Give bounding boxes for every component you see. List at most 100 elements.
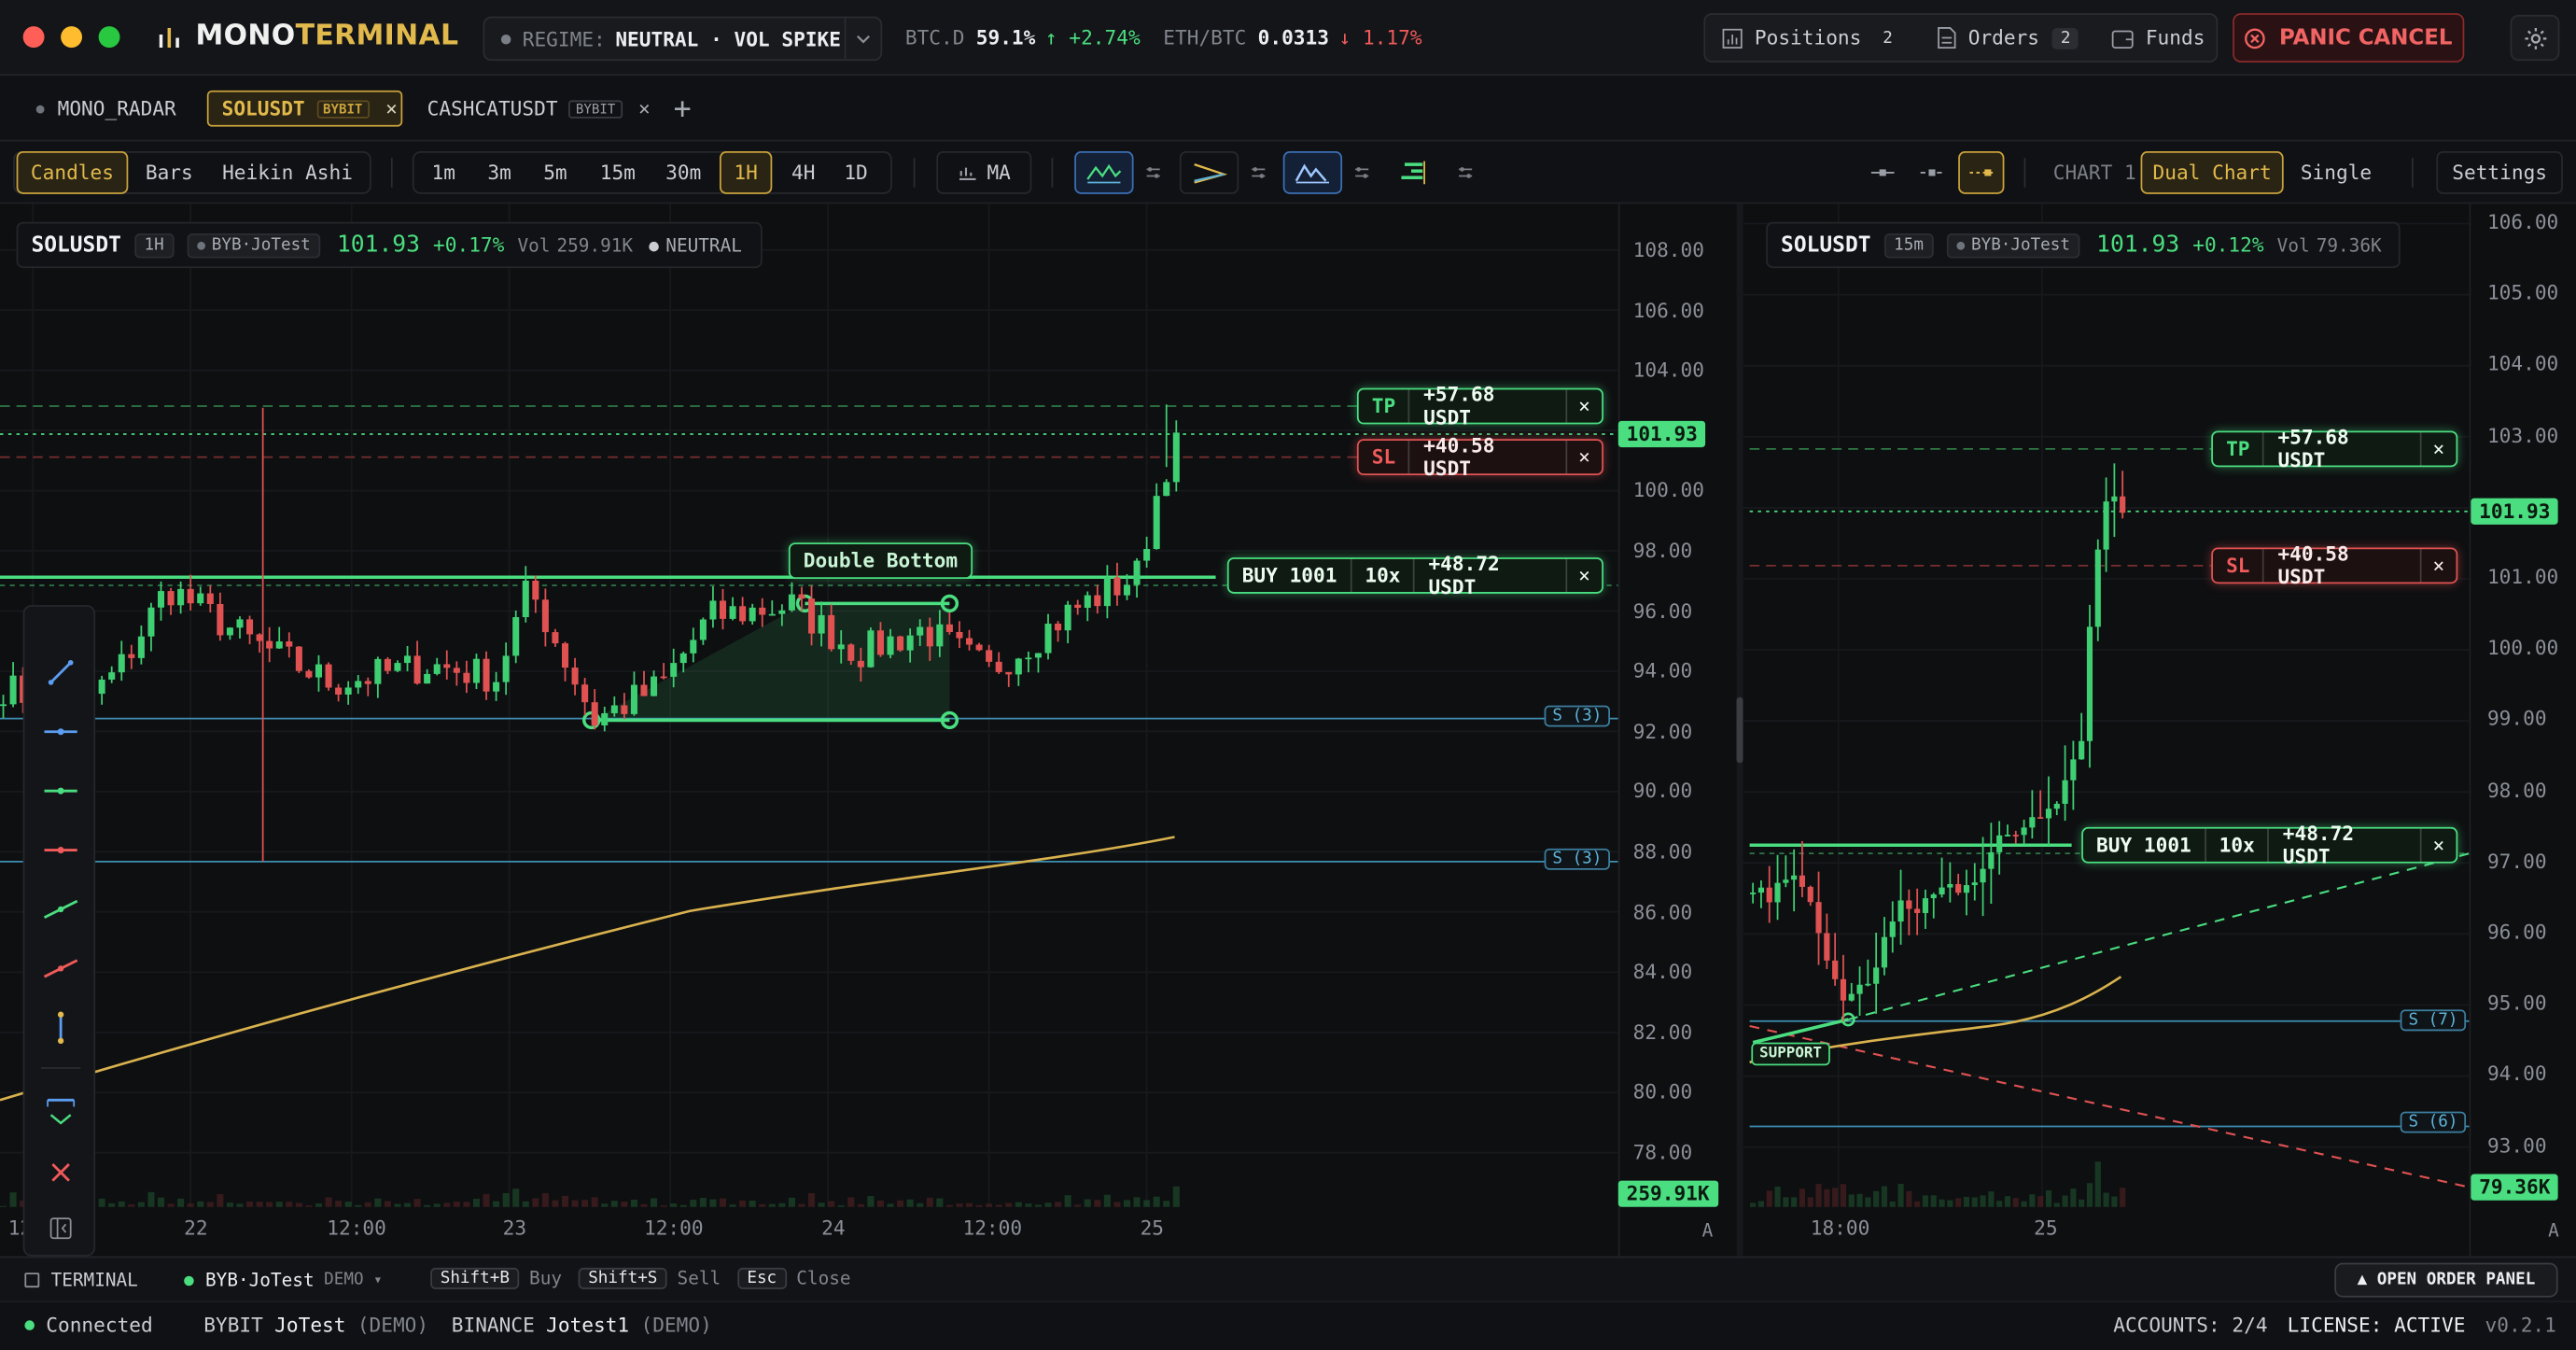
candle-body xyxy=(315,664,322,678)
right-chart-info-bar: SOLUSDT 15m BYB·JoTest 101.93 +0.12% Vol… xyxy=(1766,221,2401,269)
ray-down-tool[interactable] xyxy=(24,939,96,998)
volume-bar xyxy=(1922,1195,1929,1207)
right-chart-canvas[interactable] xyxy=(1743,204,2470,1215)
support-tag[interactable]: S (6) xyxy=(2400,1111,2467,1133)
volume-bar xyxy=(1897,1183,1904,1207)
panic-cancel-button[interactable]: PANIC CANCEL xyxy=(2233,13,2465,63)
close-sl-icon[interactable]: × xyxy=(1565,441,1602,474)
left-buy-order[interactable]: BUY 1001 10x +48.72 USDT × xyxy=(1226,553,1603,598)
line-style-dotted-toggle[interactable] xyxy=(1958,151,2005,194)
volume-bar xyxy=(286,1202,293,1207)
timeframe-1d[interactable]: 1D xyxy=(834,151,877,194)
collapse-tools-button[interactable] xyxy=(24,1199,96,1257)
right-last-price-label: 101.93 xyxy=(2471,498,2559,525)
settings-button[interactable] xyxy=(2510,14,2560,62)
close-buy-icon[interactable]: × xyxy=(1565,558,1602,593)
panel-splitter[interactable] xyxy=(1736,204,1743,1257)
support-tag[interactable]: S (3) xyxy=(1544,705,1611,727)
chevron-down-icon[interactable] xyxy=(844,18,881,60)
volume-bar xyxy=(1955,1198,1962,1207)
right-chart-panel[interactable]: 106.00105.00104.00103.00102.00101.00100.… xyxy=(1743,204,2576,1257)
right-auto-scale-button[interactable]: A xyxy=(2548,1220,2559,1242)
range-tool[interactable] xyxy=(24,1084,96,1143)
overlay-waves-toggle[interactable] xyxy=(1282,151,1343,194)
left-auto-scale-button[interactable]: A xyxy=(1702,1220,1714,1242)
close-tab-icon[interactable]: × xyxy=(638,97,651,120)
orders-button[interactable]: Orders 2 xyxy=(1937,26,2079,49)
overlay-pattern-toggle[interactable] xyxy=(1074,151,1134,194)
resistance-line-tool[interactable] xyxy=(24,821,96,879)
account-selector[interactable]: BYB·JoTest DEMO ▾ xyxy=(184,1270,383,1291)
right-buy-order[interactable]: BUY 1001 10x +48.72 USDT × xyxy=(2081,823,2458,868)
timeframe-30m[interactable]: 30m xyxy=(655,151,711,194)
volume-bar xyxy=(591,1197,598,1207)
support-tag[interactable]: S (7) xyxy=(2400,1009,2467,1032)
tab-mono-radar[interactable]: MONO_RADAR xyxy=(23,91,189,127)
timeframe-4h[interactable]: 4H xyxy=(782,151,825,194)
positions-button[interactable]: Positions 2 xyxy=(1722,26,1901,49)
add-tab-button[interactable]: + xyxy=(661,91,705,127)
left-price-axis[interactable]: 108.00106.00104.00102.00100.0098.0096.00… xyxy=(1617,204,1737,1257)
volume-bar xyxy=(1103,1194,1111,1207)
close-tab-icon[interactable]: × xyxy=(385,97,398,120)
line-style-solid-toggle[interactable] xyxy=(1863,151,1902,194)
volume-bar xyxy=(1815,1184,1822,1207)
maximize-window-button[interactable] xyxy=(98,26,120,49)
close-tp-icon[interactable]: × xyxy=(1565,389,1602,423)
candle-body xyxy=(2103,501,2109,550)
chart-type-candles[interactable]: Candles xyxy=(16,151,129,194)
support-label[interactable]: SUPPORT xyxy=(1751,1042,1830,1066)
trend-line-tool[interactable] xyxy=(24,643,96,702)
timeframe-1m[interactable]: 1m xyxy=(422,151,465,194)
dual-chart-button[interactable]: Dual Chart xyxy=(2140,151,2284,194)
left-chart-panel[interactable]: 108.00106.00104.00102.00100.0098.0096.00… xyxy=(0,204,1737,1257)
timeframe-5m[interactable]: 5m xyxy=(534,151,577,194)
terminal-toggle[interactable]: TERMINAL xyxy=(24,1270,138,1291)
overlay-trendline-toggle[interactable] xyxy=(1179,151,1239,194)
pattern-settings-icon[interactable] xyxy=(1139,151,1169,194)
delete-drawings-tool[interactable] xyxy=(24,1143,96,1202)
candle-body xyxy=(1163,482,1170,497)
volume-bar xyxy=(1840,1184,1847,1207)
left-chart-canvas[interactable] xyxy=(0,204,1618,1215)
timeframe-1h[interactable]: 1H xyxy=(719,151,773,194)
regime-indicator[interactable]: REGIME: NEUTRAL · VOL SPIKE xyxy=(483,16,883,62)
volume-profile-settings-icon[interactable] xyxy=(1450,151,1480,194)
trendline-settings-icon[interactable] xyxy=(1243,151,1273,194)
right-stop-loss-order[interactable]: SL +40.58 USDT × xyxy=(2211,542,2458,589)
chart-type-heikin-ashi[interactable]: Heikin Ashi xyxy=(214,151,361,194)
double-bottom-label[interactable]: Double Bottom xyxy=(788,542,973,579)
chart-settings-button[interactable]: Settings xyxy=(2436,151,2563,194)
line-style-dashed-toggle[interactable] xyxy=(1912,151,1952,194)
chart-type-bars[interactable]: Bars xyxy=(134,151,203,194)
right-price-axis[interactable]: 106.00105.00104.00103.00102.00101.00100.… xyxy=(2469,204,2576,1257)
ray-up-tool[interactable] xyxy=(24,879,96,938)
close-tp-icon[interactable]: × xyxy=(2419,432,2456,466)
horizontal-line-tool[interactable] xyxy=(24,702,96,761)
timeframe-15m[interactable]: 15m xyxy=(590,151,646,194)
waves-settings-icon[interactable] xyxy=(1347,151,1377,194)
close-buy-icon[interactable]: × xyxy=(2419,828,2456,862)
close-window-button[interactable] xyxy=(22,26,45,49)
right-take-profit-order[interactable]: TP +57.68 USDT × xyxy=(2211,426,2458,471)
open-order-panel-button[interactable]: ▲ OPEN ORDER PANEL xyxy=(2334,1262,2558,1298)
close-sl-icon[interactable]: × xyxy=(2419,549,2456,583)
support-tag[interactable]: S (3) xyxy=(1544,848,1611,870)
candle-body xyxy=(1113,577,1121,596)
measure-tool[interactable] xyxy=(24,998,96,1057)
candle-body xyxy=(768,613,776,616)
funds-button[interactable]: Funds xyxy=(2111,26,2205,49)
timeframe-3m[interactable]: 3m xyxy=(478,151,521,194)
tab-solusdt[interactable]: SOLUSDT BYBIT × xyxy=(206,90,403,127)
single-chart-button[interactable]: Single xyxy=(2293,151,2379,194)
volume-bar xyxy=(1766,1190,1772,1207)
volume-bar xyxy=(9,1192,17,1207)
minimize-window-button[interactable] xyxy=(61,26,83,49)
left-take-profit-order[interactable]: TP +57.68 USDT × xyxy=(1356,383,1603,429)
support-line-tool[interactable] xyxy=(24,761,96,820)
candle-body xyxy=(1133,560,1141,585)
left-stop-loss-order[interactable]: SL +40.58 USDT × xyxy=(1356,434,1603,480)
volume-profile-toggle[interactable] xyxy=(1390,151,1439,194)
tab-cashcatusdt[interactable]: CASHCATUSDT BYBIT × xyxy=(414,91,664,127)
indicator-ma-button[interactable]: MA xyxy=(936,151,1032,194)
